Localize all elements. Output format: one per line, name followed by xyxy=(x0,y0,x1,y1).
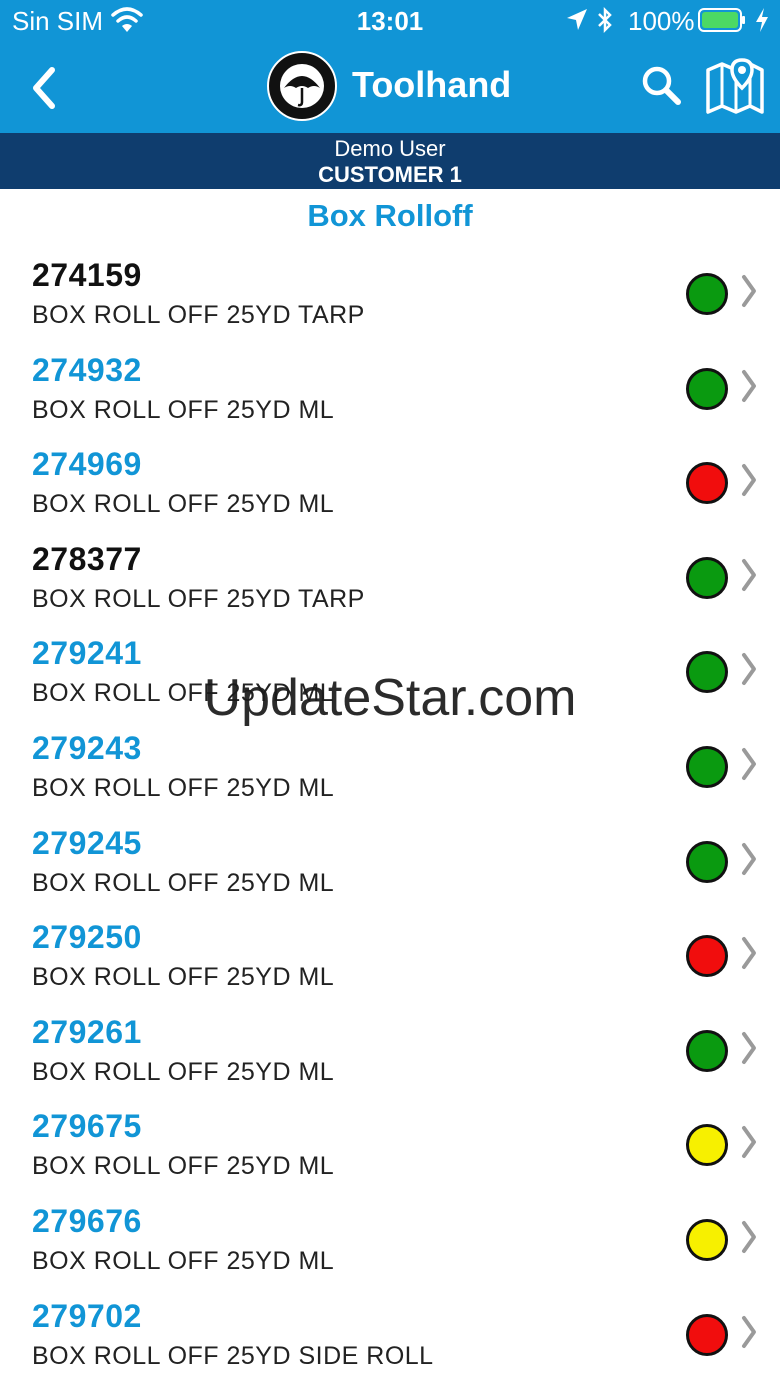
item-number[interactable]: 279675 xyxy=(32,1108,142,1145)
status-red-icon xyxy=(686,1313,728,1356)
item-number: 278377 xyxy=(32,540,142,577)
status-green-icon xyxy=(686,367,728,410)
item-description: BOX ROLL OFF 25YD TARP xyxy=(32,301,365,329)
item-description: BOX ROLL OFF 25YD ML xyxy=(32,679,335,708)
status-green-icon xyxy=(686,651,728,694)
item-description: BOX ROLL OFF 25YD ML xyxy=(32,868,335,897)
list-item[interactable]: 274159 BOX ROLL OFF 25YD TARP xyxy=(0,247,780,342)
list-item[interactable]: 279250 BOX ROLL OFF 25YD ML xyxy=(0,909,780,1004)
status-green-icon xyxy=(686,273,728,315)
item-description: BOX ROLL OFF 25YD SIDE ROLL xyxy=(32,1341,434,1370)
list-item[interactable]: 279245 BOX ROLL OFF 25YD ML xyxy=(0,815,780,910)
item-description: BOX ROLL OFF 25YD TARP xyxy=(32,584,365,613)
chevron-right-icon xyxy=(742,1220,756,1253)
item-description: BOX ROLL OFF 25YD ML xyxy=(32,1246,335,1275)
user-info-band: Demo User CUSTOMER 1 xyxy=(0,133,780,189)
app-header: Sin SIM 13:01 100% Toolhand xyxy=(0,0,780,133)
search-icon[interactable] xyxy=(640,64,684,108)
section-title: Box Rolloff xyxy=(307,198,473,233)
item-description: BOX ROLL OFF 25YD ML xyxy=(32,395,335,424)
list-item[interactable]: 278377 BOX ROLL OFF 25YD TARP xyxy=(0,531,780,626)
status-green-icon xyxy=(686,556,728,599)
equipment-list: 274159 BOX ROLL OFF 25YD TARP 274932 BOX RO… xyxy=(0,247,780,1382)
rain-for-rent-logo-icon xyxy=(267,51,337,121)
chevron-right-icon xyxy=(742,1126,756,1159)
item-number[interactable]: 274932 xyxy=(32,352,142,389)
item-number[interactable]: 279676 xyxy=(32,1203,142,1240)
list-item[interactable]: 274932 BOX ROLL OFF 25YD ML xyxy=(0,342,780,437)
battery-percent: 100% xyxy=(628,6,695,36)
status-green-icon xyxy=(686,1029,728,1072)
item-number[interactable]: 279241 xyxy=(32,635,142,672)
user-name: Demo User xyxy=(334,136,446,161)
chevron-right-icon xyxy=(742,1315,756,1348)
chevron-right-icon xyxy=(742,369,756,402)
chevron-right-icon xyxy=(742,937,756,970)
chevron-right-icon xyxy=(742,464,756,497)
status-red-icon xyxy=(686,935,728,978)
list-item[interactable]: 279261 BOX ROLL OFF 25YD ML xyxy=(0,1004,780,1099)
customer-name: CUSTOMER 1 xyxy=(318,162,462,187)
item-description: BOX ROLL OFF 25YD ML xyxy=(32,963,335,992)
list-item[interactable]: 274969 BOX ROLL OFF 25YD ML xyxy=(0,436,780,531)
bluetooth-icon xyxy=(598,6,612,34)
item-number[interactable]: 279243 xyxy=(32,730,142,767)
chevron-right-icon xyxy=(742,747,756,780)
status-yellow-icon xyxy=(686,1124,728,1167)
back-chevron-icon[interactable] xyxy=(28,66,60,110)
item-number[interactable]: 279702 xyxy=(32,1298,142,1335)
item-description: BOX ROLL OFF 25YD ML xyxy=(32,1152,335,1181)
item-description: BOX ROLL OFF 25YD ML xyxy=(32,490,335,519)
list-item[interactable]: 279243 BOX ROLL OFF 25YD ML xyxy=(0,720,780,815)
chevron-right-icon xyxy=(742,653,756,686)
item-number: 274159 xyxy=(32,257,142,293)
status-bar: Sin SIM 13:01 100% xyxy=(0,0,780,44)
battery-icon xyxy=(698,8,745,32)
screen: Sin SIM 13:01 100% Toolhand Demo User CU… xyxy=(0,0,780,1387)
item-number[interactable]: 274969 xyxy=(32,446,142,483)
chevron-right-icon xyxy=(742,558,756,591)
chevron-right-icon xyxy=(742,1031,756,1064)
item-number[interactable]: 279245 xyxy=(32,825,142,862)
list-item[interactable]: 279702 BOX ROLL OFF 25YD SIDE ROLL xyxy=(0,1288,780,1383)
item-description: BOX ROLL OFF 25YD ML xyxy=(32,773,335,802)
map-pin-icon[interactable] xyxy=(704,56,766,118)
status-yellow-icon xyxy=(686,1218,728,1261)
item-number[interactable]: 279261 xyxy=(32,1014,142,1051)
charging-icon xyxy=(756,8,768,32)
location-arrow-icon xyxy=(567,9,587,30)
list-item[interactable]: 279241 BOX ROLL OFF 25YD ML xyxy=(0,625,780,720)
status-green-icon xyxy=(686,745,728,788)
list-item[interactable]: 279676 BOX ROLL OFF 25YD ML xyxy=(0,1193,780,1288)
status-green-icon xyxy=(686,840,728,883)
nav-bar: Toolhand xyxy=(0,44,780,133)
item-description: BOX ROLL OFF 25YD ML xyxy=(32,1057,335,1086)
chevron-right-icon xyxy=(742,275,756,307)
app-title: Toolhand xyxy=(352,64,512,105)
chevron-right-icon xyxy=(742,842,756,875)
list-item[interactable]: 279675 BOX ROLL OFF 25YD ML xyxy=(0,1098,780,1193)
item-number[interactable]: 279250 xyxy=(32,919,142,956)
status-red-icon xyxy=(686,462,728,505)
